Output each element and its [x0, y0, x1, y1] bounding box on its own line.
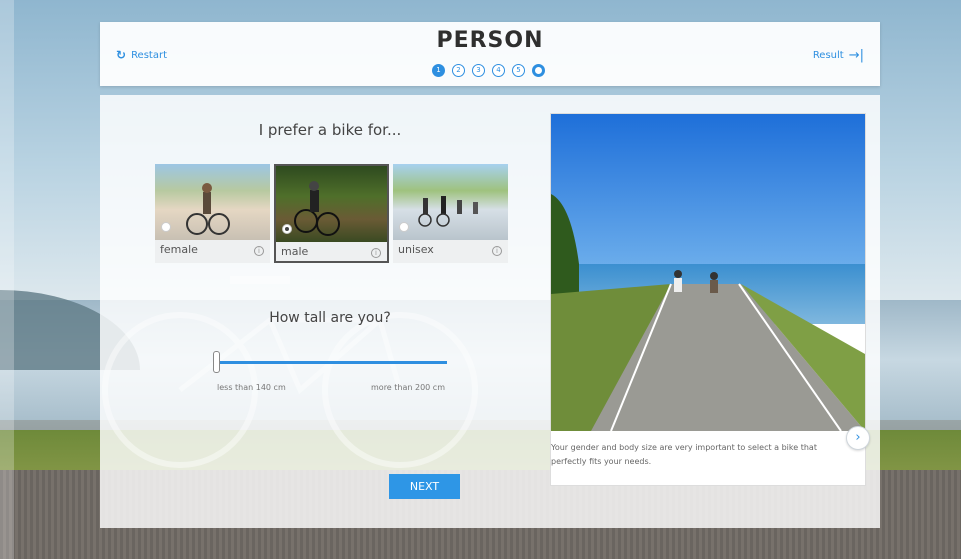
option-male[interactable]: male i [274, 164, 389, 263]
step-indicator: 1 2 3 4 5 [432, 64, 545, 77]
info-icon[interactable]: i [371, 248, 381, 258]
slider-min-label: less than 140 cm [217, 383, 286, 392]
cyclists-road-photo [551, 114, 865, 431]
gender-question: I prefer a bike for... [258, 121, 402, 139]
radio-male[interactable] [282, 224, 292, 234]
header-bar: ↻ Restart PERSON 1 2 3 4 5 Result →| [100, 22, 880, 86]
info-card: Your gender and body size are very impor… [550, 113, 866, 486]
result-label: Result [812, 50, 844, 61]
option-label: female [160, 243, 198, 256]
page-title: PERSON [436, 28, 544, 53]
gender-options: female i male i unisex i [155, 164, 508, 263]
female-photo [155, 164, 270, 240]
step-1[interactable]: 1 [432, 64, 445, 77]
background-edge [0, 0, 14, 559]
step-3[interactable]: 3 [472, 64, 485, 77]
option-label: male [281, 245, 309, 258]
slider-max-label: more than 200 cm [371, 383, 445, 392]
step-5[interactable]: 5 [512, 64, 525, 77]
info-card-text: Your gender and body size are very impor… [551, 443, 817, 466]
info-icon[interactable]: i [254, 246, 264, 256]
height-slider-track[interactable] [217, 361, 447, 364]
option-female[interactable]: female i [155, 164, 270, 263]
height-question: How tall are you? [269, 310, 391, 326]
radio-unisex[interactable] [399, 222, 409, 232]
step-result[interactable] [532, 64, 545, 77]
radio-female[interactable] [161, 222, 171, 232]
arrow-to-end-icon: →| [848, 48, 864, 63]
step-4[interactable]: 4 [492, 64, 505, 77]
step-2[interactable]: 2 [452, 64, 465, 77]
chevron-right-icon[interactable]: › [846, 426, 870, 450]
bike-background-illustration [102, 276, 478, 468]
next-button[interactable]: NEXT [389, 474, 460, 499]
option-label: unisex [398, 243, 434, 256]
male-photo [276, 166, 387, 242]
unisex-photo [393, 164, 508, 240]
option-unisex[interactable]: unisex i [393, 164, 508, 263]
height-slider-handle[interactable] [213, 351, 220, 373]
result-button[interactable]: Result →| [813, 48, 864, 63]
info-icon[interactable]: i [492, 246, 502, 256]
